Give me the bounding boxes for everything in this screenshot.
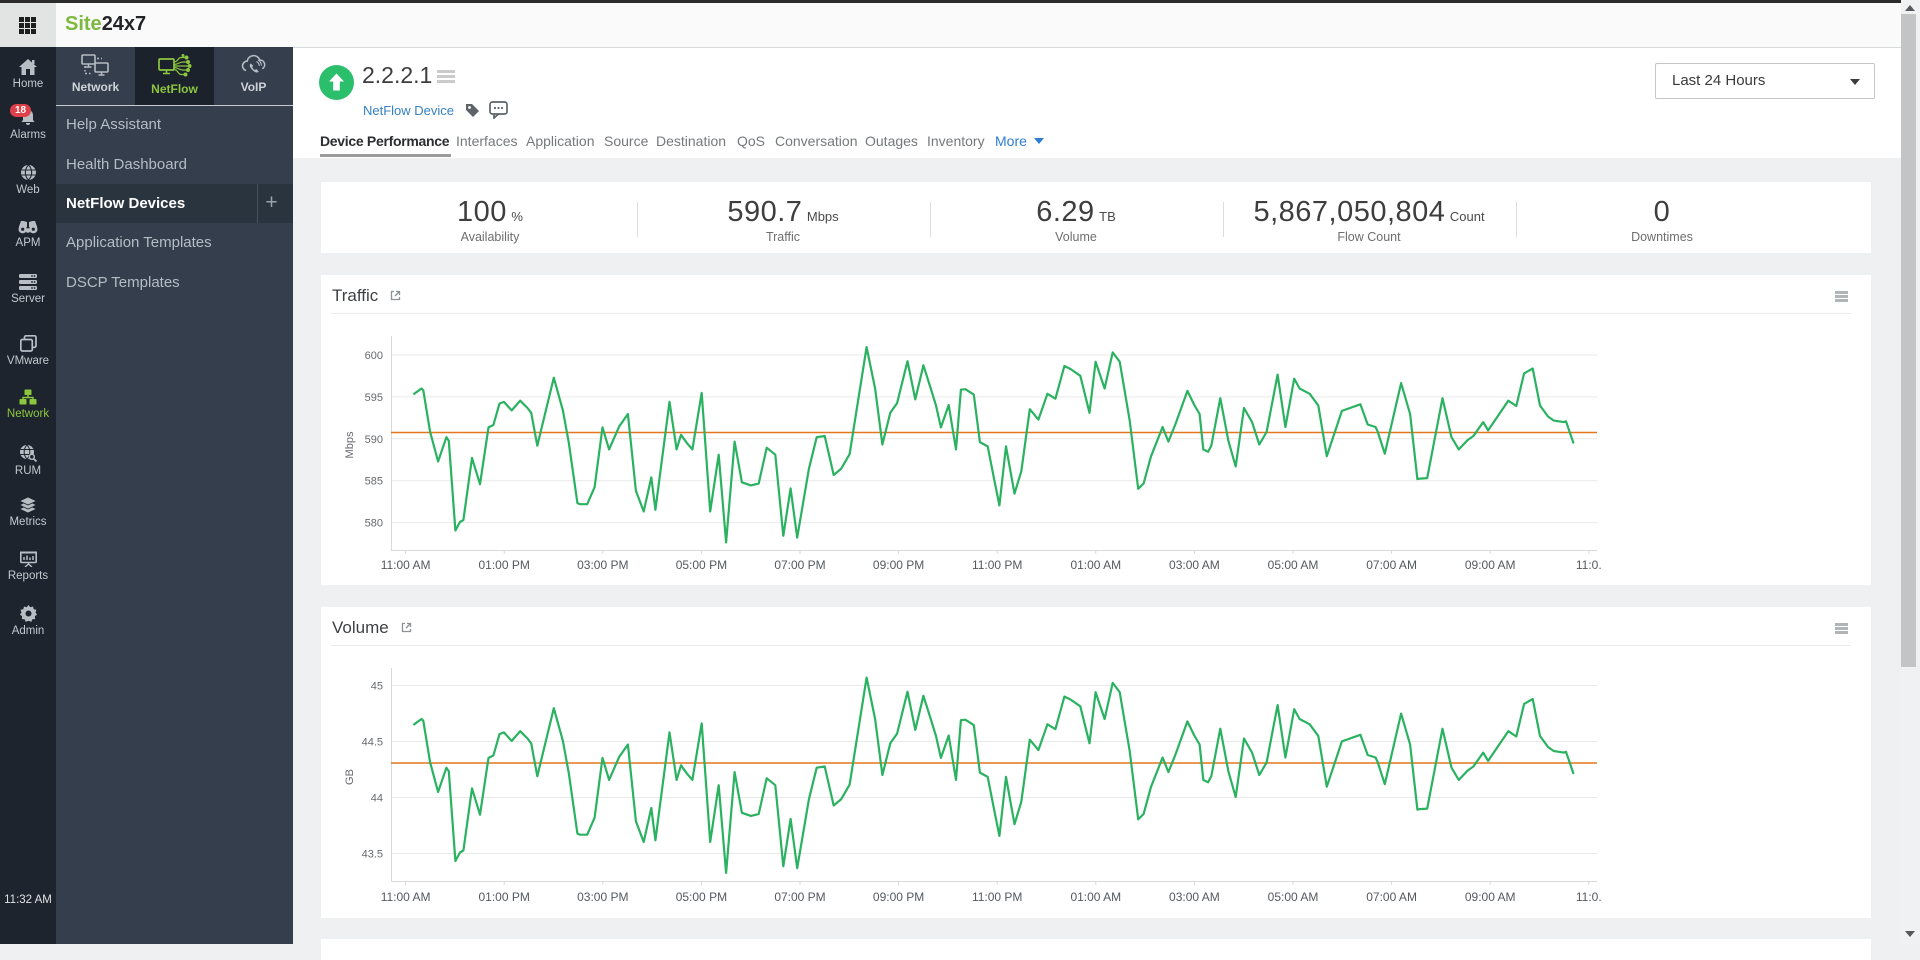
svg-text:585: 585 [365, 476, 383, 488]
svg-text:595: 595 [365, 392, 383, 404]
svg-text:09:00 AM: 09:00 AM [1465, 890, 1516, 904]
svg-text:44.5: 44.5 [362, 737, 383, 749]
svg-text:03:00 PM: 03:00 PM [577, 890, 628, 904]
svg-text:01:00 PM: 01:00 PM [479, 890, 530, 904]
svg-text:09:00 PM: 09:00 PM [873, 558, 924, 572]
svg-text:07:00 AM: 07:00 AM [1366, 890, 1417, 904]
svg-text:05:00 PM: 05:00 PM [676, 558, 727, 572]
svg-text:580: 580 [365, 518, 383, 530]
svg-text:Mbps: Mbps [344, 431, 356, 458]
svg-text:05:00 AM: 05:00 AM [1268, 558, 1319, 572]
svg-text:44: 44 [371, 793, 383, 805]
svg-text:05:00 PM: 05:00 PM [676, 890, 727, 904]
svg-text:01:00 PM: 01:00 PM [479, 558, 530, 572]
svg-text:11:00 AM: 11:00 AM [381, 558, 431, 572]
svg-text:11:00 PM: 11:00 PM [972, 890, 1022, 904]
svg-text:11:0.: 11:0. [1576, 558, 1602, 572]
svg-text:03:00 AM: 03:00 AM [1169, 890, 1220, 904]
svg-text:09:00 AM: 09:00 AM [1465, 558, 1516, 572]
svg-text:600: 600 [365, 350, 383, 362]
svg-text:01:00 AM: 01:00 AM [1070, 890, 1121, 904]
svg-text:43.5: 43.5 [362, 849, 383, 861]
svg-text:11:0.: 11:0. [1576, 890, 1602, 904]
svg-text:GB: GB [344, 769, 356, 785]
svg-text:590: 590 [365, 434, 383, 446]
svg-text:07:00 AM: 07:00 AM [1366, 558, 1417, 572]
svg-text:05:00 AM: 05:00 AM [1268, 890, 1319, 904]
svg-text:11:00 PM: 11:00 PM [972, 558, 1022, 572]
svg-text:07:00 PM: 07:00 PM [774, 890, 825, 904]
svg-text:03:00 PM: 03:00 PM [577, 558, 628, 572]
svg-text:03:00 AM: 03:00 AM [1169, 558, 1220, 572]
svg-text:45: 45 [371, 681, 383, 693]
svg-text:01:00 AM: 01:00 AM [1070, 558, 1121, 572]
svg-text:07:00 PM: 07:00 PM [774, 558, 825, 572]
svg-text:11:00 AM: 11:00 AM [381, 890, 431, 904]
svg-text:09:00 PM: 09:00 PM [873, 890, 924, 904]
